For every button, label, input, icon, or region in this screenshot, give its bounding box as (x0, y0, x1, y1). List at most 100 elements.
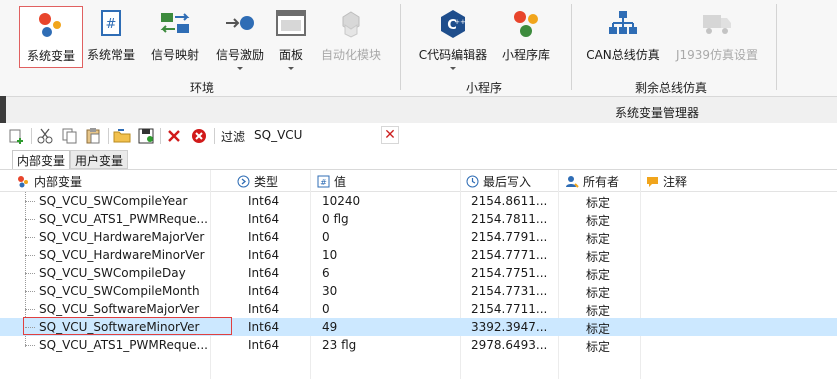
copy-icon[interactable] (60, 127, 78, 145)
panel-icon (275, 9, 307, 39)
paste-icon[interactable] (84, 127, 102, 145)
applet-library-label: 小程序库 (501, 48, 550, 62)
clear-filter-button[interactable]: ✕ (381, 126, 399, 144)
table-row[interactable]: SQ_VCU_SWCompileYear Int64 10240 2154.8611.… (0, 192, 837, 210)
automation-module-label: 自动化模块 (320, 48, 381, 62)
cell-last-write: 2154.7731... (471, 284, 548, 298)
cell-name: SQ_VCU_ATS1_PWMReque... (39, 338, 208, 352)
tree-branch (25, 309, 35, 310)
panel-button[interactable]: 面板 (274, 6, 308, 70)
svg-text:#: # (320, 178, 327, 187)
applet-library-button[interactable]: 小程序库 (500, 6, 552, 68)
variables-icon (18, 176, 28, 188)
save-icon[interactable] (137, 127, 155, 145)
svg-text:#: # (106, 17, 117, 32)
delete-icon[interactable] (165, 127, 183, 145)
signal-mapping-icon (159, 9, 191, 39)
automation-module-button[interactable]: 自动化模块 (319, 6, 383, 68)
group-divider (571, 4, 572, 90)
table-row[interactable]: SQ_VCU_HardwareMinorVer Int64 10 2154.7771.… (0, 246, 837, 264)
variables-grid: 内部变量 类型 # 值 最后写入 所有者 注释 SQ_VCU_SWCompileY… (0, 169, 837, 379)
cell-type: Int64 (248, 338, 280, 352)
c-code-editor-button[interactable]: C ++ C代码编辑器 (417, 6, 489, 70)
cell-name: SQ_VCU_SWCompileYear (39, 194, 188, 208)
grid-header: 内部变量 类型 # 值 最后写入 所有者 注释 (0, 170, 837, 192)
tab-internal-variables[interactable]: 内部变量 (12, 150, 71, 169)
cell-last-write: 2154.7771... (471, 248, 548, 262)
j1939-simulation-settings-button[interactable]: J1939仿真设置 (672, 6, 762, 68)
cell-last-write: 2154.8611... (471, 194, 548, 208)
column-header-owner[interactable]: 所有者 (566, 173, 619, 190)
j1939-simulation-settings-label: J1939仿真设置 (675, 48, 759, 62)
table-row[interactable]: SQ_VCU_ATS1_PWMReque... Int64 0 flg 2154.78… (0, 210, 837, 228)
tree-branch (25, 201, 35, 202)
column-header-last-write[interactable]: 最后写入 (466, 173, 531, 190)
table-row[interactable]: SQ_VCU_SWCompileDay Int64 6 2154.7751... 标定 (0, 264, 837, 282)
cell-last-write: 3392.3947... (471, 320, 548, 334)
column-header-comment[interactable]: 注释 (646, 173, 687, 190)
cut-icon[interactable] (36, 127, 54, 145)
cell-last-write: 2154.7711... (471, 302, 548, 316)
tree-branch (25, 273, 35, 274)
toolbar-divider (214, 128, 215, 144)
column-header-value[interactable]: # 值 (317, 173, 346, 190)
filter-label: 过滤 (221, 130, 246, 144)
window-title: 系统变量管理器 (615, 106, 700, 120)
variable-tabs: 内部变量 用户变量 (0, 150, 837, 169)
cell-owner: 标定 (586, 268, 611, 282)
group-label-applets: 小程序 (466, 81, 503, 95)
cell-owner: 标定 (586, 232, 611, 246)
system-variables-button[interactable]: 系统变量 (19, 6, 83, 68)
cell-type: Int64 (248, 212, 280, 226)
tree-branch (25, 345, 35, 346)
column-header-type-label: 类型 (254, 175, 279, 189)
automation-module-icon (335, 9, 367, 39)
cell-type: Int64 (248, 248, 280, 262)
c-code-editor-label: C代码编辑器 (418, 48, 488, 62)
cell-owner: 标定 (586, 286, 611, 300)
delete-all-icon[interactable] (190, 127, 208, 145)
applet-library-icon (510, 9, 542, 39)
filter-input[interactable]: SQ_VCU (254, 128, 302, 142)
toolbar: 过滤 SQ_VCU ✕ (0, 123, 837, 149)
system-constants-button[interactable]: # 系统常量 (84, 6, 138, 68)
table-row[interactable]: SQ_VCU_HardwareMajorVer Int64 0 2154.7791..… (0, 228, 837, 246)
comment-icon (647, 177, 658, 187)
column-header-name[interactable]: 内部变量 (17, 173, 82, 190)
tab-user-variables[interactable]: 用户变量 (70, 150, 129, 169)
cell-value: 10 (322, 248, 338, 262)
can-bus-simulation-label: CAN总线仿真 (586, 48, 660, 62)
cell-owner: 标定 (586, 304, 611, 318)
cell-value: 0 (322, 230, 330, 244)
cell-owner: 标定 (586, 250, 611, 264)
cell-last-write: 2154.7811... (471, 212, 548, 226)
cell-name: SQ_VCU_SoftwareMajorVer (39, 302, 200, 316)
cell-type: Int64 (248, 284, 280, 298)
cell-value: 0 (322, 302, 330, 316)
value-icon: # (317, 175, 330, 188)
signal-mapping-button[interactable]: 信号映射 (146, 6, 204, 68)
tree-branch (25, 291, 35, 292)
cell-name: SQ_VCU_SWCompileMonth (39, 284, 200, 298)
panel-label: 面板 (278, 48, 303, 62)
table-row[interactable]: SQ_VCU_ATS1_PWMReque... Int64 23 flg 2978.6… (0, 336, 837, 354)
signal-stimulus-icon (224, 9, 256, 39)
tree-branch (25, 237, 35, 238)
cell-owner: 标定 (586, 322, 611, 336)
signal-stimulus-button[interactable]: 信号激励 (211, 6, 269, 70)
cell-type: Int64 (248, 230, 280, 244)
table-row[interactable]: SQ_VCU_SWCompileMonth Int64 30 2154.7731...… (0, 282, 837, 300)
column-header-type[interactable]: 类型 (237, 173, 278, 190)
cell-name: SQ_VCU_SWCompileDay (39, 266, 186, 280)
open-folder-icon[interactable] (113, 127, 131, 145)
can-bus-simulation-button[interactable]: CAN总线仿真 (586, 6, 660, 68)
cell-owner: 标定 (586, 214, 611, 228)
column-header-last-write-label: 最后写入 (483, 175, 532, 189)
signal-stimulus-label: 信号激励 (215, 48, 264, 62)
can-bus-simulation-icon (607, 9, 639, 39)
j1939-simulation-settings-icon (701, 9, 733, 39)
chevron-down-icon (450, 67, 456, 70)
group-divider (776, 4, 777, 90)
add-variable-icon[interactable] (8, 127, 26, 145)
table-row[interactable]: SQ_VCU_SoftwareMajorVer Int64 0 2154.7711..… (0, 300, 837, 318)
